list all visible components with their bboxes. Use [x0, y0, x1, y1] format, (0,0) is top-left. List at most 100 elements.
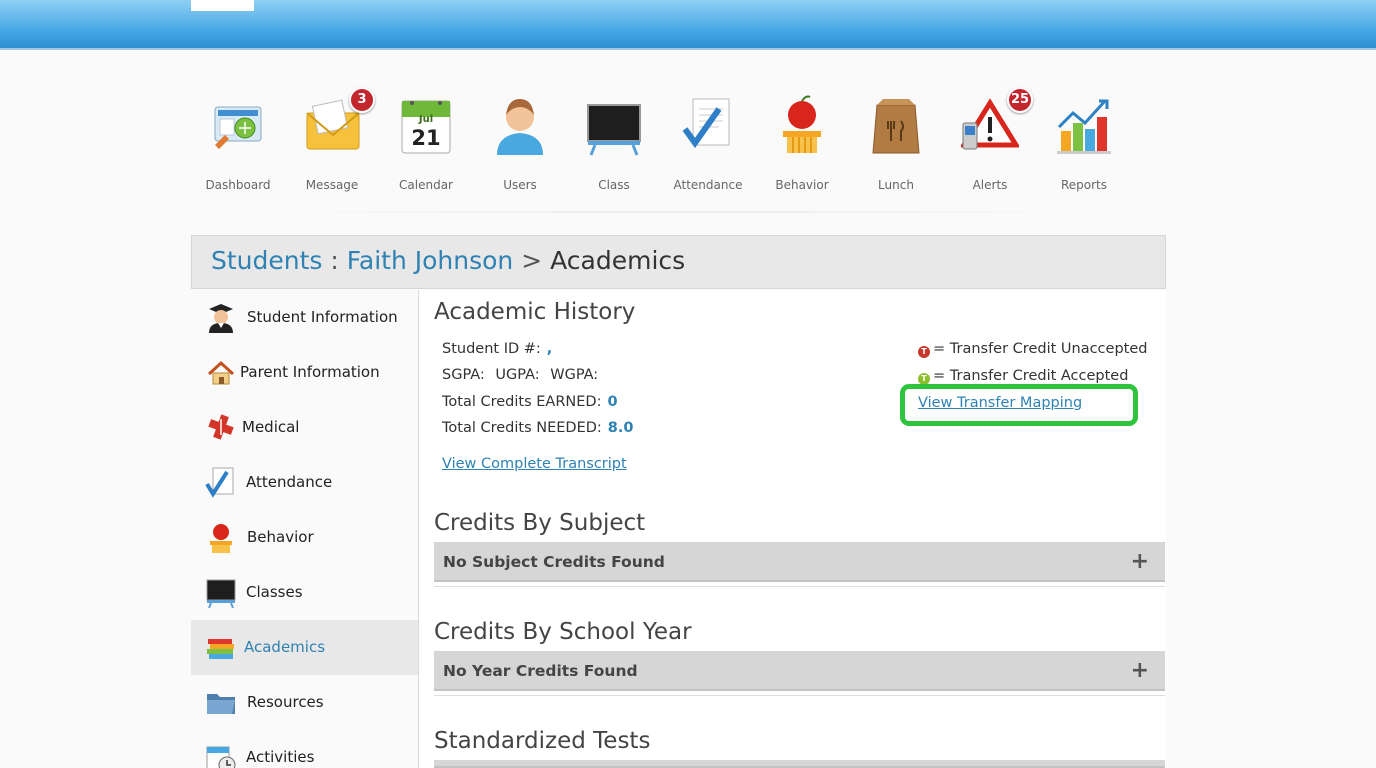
class-icon	[587, 104, 641, 156]
student-id-value: ,	[546, 341, 553, 357]
nav-reports[interactable]: Reports	[1037, 90, 1131, 200]
academic-history-title: Academic History	[434, 299, 636, 325]
breadcrumb-separator: >	[521, 246, 543, 275]
sidebar-item-attendance[interactable]: Attendance	[191, 455, 418, 510]
nav-dashboard[interactable]: Dashboard	[191, 90, 285, 200]
nav-calendar[interactable]: Jul 21 Calendar	[379, 90, 473, 200]
sidebar-label: Academics	[244, 638, 326, 656]
message-badge: 3	[349, 87, 375, 113]
sidebar-item-student-information[interactable]: Student Information	[191, 290, 418, 345]
gpa-row: SGPA: UGPA: WGPA:	[442, 367, 598, 383]
sidebar-item-classes[interactable]: Classes	[191, 565, 418, 620]
sidebar-item-medical[interactable]: Medical	[191, 400, 418, 455]
nav-alerts[interactable]: 25 Alerts	[943, 87, 1037, 200]
breadcrumb: Students : Faith Johnson > Academics	[191, 235, 1166, 289]
breadcrumb-separator: :	[330, 246, 339, 275]
sidebar-item-activities[interactable]: Activities	[191, 730, 418, 768]
nav-label: Class	[598, 178, 630, 192]
credits-needed-label: Total Credits NEEDED:	[442, 420, 602, 436]
calendar-month: Jul	[418, 114, 434, 125]
legend-accepted: T = Transfer Credit Accepted	[918, 368, 1128, 385]
breadcrumb-student-link[interactable]: Faith Johnson	[347, 246, 513, 275]
legend-unaccepted-text: = Transfer Credit Unaccepted	[933, 341, 1148, 357]
sidebar-item-parent-information[interactable]: Parent Information	[191, 345, 418, 400]
users-icon	[497, 99, 543, 155]
nav-message[interactable]: 3 Message	[285, 87, 379, 200]
nav-label: Users	[503, 178, 537, 192]
transfer-unaccepted-icon: T	[918, 346, 930, 358]
sidebar-label: Student Information	[247, 308, 398, 326]
nav-label: Attendance	[673, 178, 743, 192]
legend-unaccepted: T = Transfer Credit Unaccepted	[918, 341, 1147, 358]
attendance-icon	[682, 98, 730, 149]
top-banner	[0, 0, 1376, 50]
expand-plus-icon[interactable]: +	[1131, 549, 1149, 574]
expand-plus-icon[interactable]: +	[1131, 658, 1149, 683]
sidebar-label: Attendance	[246, 473, 333, 491]
academics-content: Academic History Student ID #:, SGPA: UG…	[420, 290, 1166, 768]
apple-icon	[210, 524, 232, 553]
nav-label: Lunch	[878, 178, 914, 192]
nav-label: Dashboard	[205, 178, 271, 192]
lunch-icon	[872, 99, 920, 154]
credits-needed-value: 8.0	[607, 420, 634, 436]
attendance-icon	[205, 467, 234, 498]
view-complete-transcript-link[interactable]: View Complete Transcript	[442, 456, 627, 472]
dashboard-icon	[214, 106, 262, 149]
ugpa-label: UGPA:	[495, 367, 540, 383]
nav-divider	[251, 211, 1111, 213]
logo-slot	[191, 0, 254, 11]
nav-label: Behavior	[775, 178, 829, 192]
breadcrumb-students-link[interactable]: Students	[211, 246, 322, 275]
year-credits-bar[interactable]: No Year Credits Found +	[434, 651, 1165, 691]
clock-calendar-icon	[206, 746, 236, 768]
legend-accepted-text: = Transfer Credit Accepted	[933, 368, 1129, 384]
folder-icon	[207, 694, 235, 714]
wgpa-label: WGPA:	[550, 367, 599, 383]
medical-icon	[208, 414, 234, 440]
sidebar-item-behavior[interactable]: Behavior	[191, 510, 418, 565]
nav-class[interactable]: Class	[567, 90, 661, 200]
sidebar-item-academics[interactable]: Academics	[191, 620, 418, 675]
sidebar-item-resources[interactable]: Resources	[191, 675, 418, 730]
credits-needed-row: Total Credits NEEDED: 8.0	[442, 420, 633, 436]
credits-by-subject-title: Credits By Subject	[434, 510, 646, 536]
nav-label: Message	[305, 178, 359, 192]
student-id-row: Student ID #:,	[442, 341, 552, 357]
nav-attendance[interactable]: Attendance	[661, 90, 755, 200]
sidebar-label: Classes	[246, 583, 303, 601]
student-id-label: Student ID #:	[442, 341, 541, 357]
credits-earned-row: Total Credits EARNED: 0	[442, 394, 618, 410]
nav-lunch[interactable]: Lunch	[849, 90, 943, 200]
nav-behavior[interactable]: Behavior	[755, 90, 849, 200]
nav-label: Calendar	[399, 178, 453, 192]
credits-by-year-title: Credits By School Year	[434, 619, 692, 645]
year-credits-empty: No Year Credits Found	[443, 662, 638, 680]
main-nav: Dashboard 3 Message Jul 21 Calendar User…	[191, 87, 1131, 215]
sgpa-label: SGPA:	[442, 367, 485, 383]
standardized-tests-title: Standardized Tests	[434, 728, 651, 754]
student-sidebar: Student Information Parent Information M…	[191, 290, 419, 768]
reports-icon	[1057, 99, 1111, 154]
alerts-badge: 25	[1007, 87, 1033, 113]
house-icon	[207, 360, 235, 385]
sidebar-label: Resources	[247, 693, 324, 711]
sidebar-label: Medical	[242, 418, 300, 436]
nav-label: Alerts	[972, 178, 1008, 192]
transfer-mapping-highlight	[900, 384, 1138, 426]
nav-label: Reports	[1060, 178, 1108, 192]
breadcrumb-current: Academics	[550, 246, 686, 275]
sidebar-label: Parent Information	[240, 363, 380, 381]
subject-credits-empty: No Subject Credits Found	[443, 553, 665, 571]
chalkboard-icon	[206, 579, 236, 608]
nav-users[interactable]: Users	[473, 90, 567, 200]
credits-earned-value: 0	[607, 394, 618, 410]
standardized-tests-bar[interactable]	[434, 760, 1165, 768]
divider	[434, 586, 1165, 587]
behavior-icon	[783, 95, 821, 153]
sidebar-label: Activities	[246, 748, 315, 766]
credits-earned-label: Total Credits EARNED:	[442, 394, 602, 410]
books-icon	[207, 639, 234, 659]
graduate-icon	[209, 304, 233, 333]
subject-credits-bar[interactable]: No Subject Credits Found +	[434, 542, 1165, 582]
